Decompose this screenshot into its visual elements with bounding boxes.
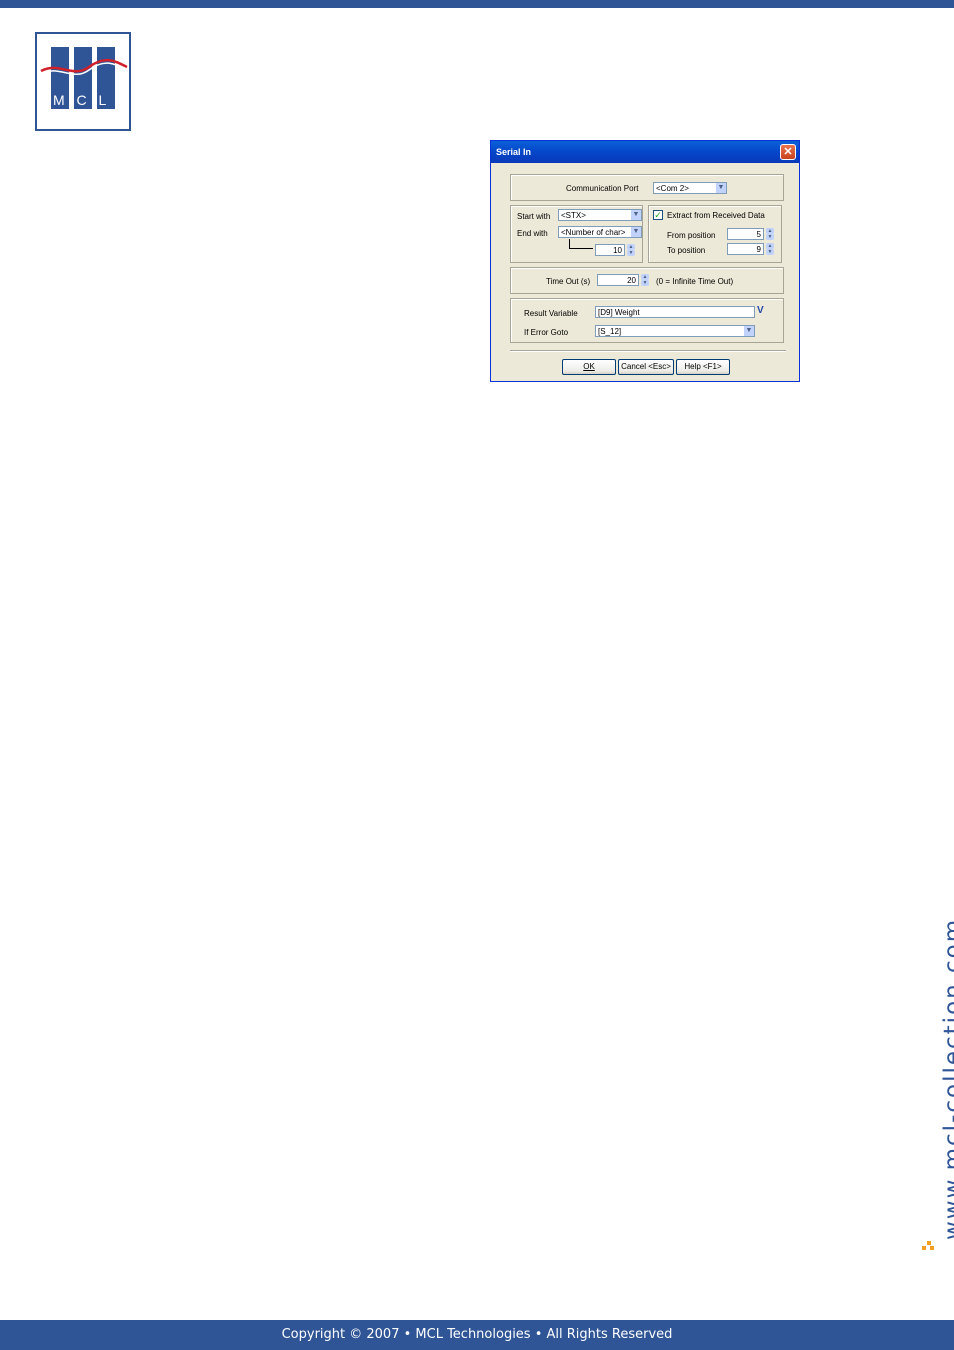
timeout-label: Time Out (s) <box>546 277 591 286</box>
start-end-group: Start with <STX> ▼ End with <Number of c… <box>510 205 643 263</box>
comm-port-select[interactable]: <Com 2> ▼ <box>653 182 727 194</box>
end-with-select[interactable]: <Number of char> ▼ <box>558 226 642 238</box>
chevron-down-icon[interactable]: ▼ <box>630 210 641 220</box>
timeout-hint: (0 = Infinite Time Out) <box>656 277 734 286</box>
chevron-down-icon[interactable]: ▼ <box>715 183 726 193</box>
mcl-logo-icon: M C L TECHNOLOGIES <box>35 32 131 131</box>
timeout-group: Time Out (s) 20 ▲ ▼ (0 = Infinite Time Ou… <box>510 267 784 294</box>
close-icon[interactable]: ✕ <box>780 144 796 160</box>
extract-group: ✓ Extract from Received Data From positi… <box>648 205 782 263</box>
connector-line <box>569 239 593 249</box>
char-count-value: 10 <box>613 246 622 255</box>
top-bar <box>0 0 954 8</box>
end-with-label: End with <box>517 229 548 238</box>
start-with-value: <STX> <box>561 211 586 220</box>
dialog-title: Serial In <box>496 147 532 157</box>
footer-copyright: Copyright © 2007 • MCL Technologies • Al… <box>0 1320 954 1350</box>
dots-icon <box>922 1241 934 1250</box>
start-with-select[interactable]: <STX> ▼ <box>558 209 642 221</box>
cancel-button[interactable]: Cancel <Esc> <box>618 359 674 375</box>
char-count-spinner[interactable]: ▲ ▼ <box>627 244 635 256</box>
char-count-field[interactable]: 10 <box>595 244 625 256</box>
serial-in-dialog: Serial In ✕ Communication Port <Com 2> ▼… <box>490 140 800 382</box>
from-position-spinner[interactable]: ▲ ▼ <box>766 228 774 240</box>
extract-checkbox[interactable]: ✓ <box>653 210 663 220</box>
comm-port-group: Communication Port <Com 2> ▼ <box>510 174 784 201</box>
help-button[interactable]: Help <F1> <box>676 359 730 375</box>
result-variable-value: [D9] Weight <box>598 308 640 317</box>
if-error-goto-select[interactable]: [S_12] ▼ <box>595 325 755 337</box>
end-with-value: <Number of char> <box>561 228 626 237</box>
start-with-label: Start with <box>517 212 551 221</box>
ok-button[interactable]: OK <box>562 359 616 375</box>
chevron-down-icon[interactable]: ▼ <box>630 227 641 237</box>
chevron-down-icon[interactable]: ▼ <box>743 326 754 336</box>
dialog-body: Communication Port <Com 2> ▼ Start with … <box>494 163 796 379</box>
result-group: Result Variable [D9] Weight V If Error G… <box>510 298 784 343</box>
from-position-field[interactable]: 5 <box>727 228 764 240</box>
comm-port-label: Communication Port <box>566 184 639 193</box>
timeout-value: 20 <box>627 276 636 285</box>
to-position-label: To position <box>667 246 706 255</box>
extract-label: Extract from Received Data <box>667 211 765 220</box>
side-url[interactable]: www.mcl-collection.com <box>940 918 954 1240</box>
result-variable-field[interactable]: [D9] Weight <box>595 306 755 318</box>
comm-port-value: <Com 2> <box>656 184 689 193</box>
if-error-goto-label: If Error Goto <box>524 328 569 337</box>
from-position-value: 5 <box>756 230 761 239</box>
result-variable-label: Result Variable <box>524 309 578 318</box>
to-position-value: 9 <box>756 245 761 254</box>
if-error-goto-value: [S_12] <box>598 327 622 336</box>
logo-text-technologies: TECHNOLOGIES <box>51 110 107 117</box>
to-position-spinner[interactable]: ▲ ▼ <box>766 243 774 255</box>
button-separator <box>510 350 786 352</box>
timeout-field[interactable]: 20 <box>597 274 639 286</box>
to-position-field[interactable]: 9 <box>727 243 764 255</box>
dialog-titlebar[interactable]: Serial In ✕ <box>491 141 799 163</box>
from-position-label: From position <box>667 231 716 240</box>
logo-text-mcl: M C L <box>53 92 111 108</box>
variable-picker-link[interactable]: V <box>757 305 764 316</box>
timeout-spinner[interactable]: ▲ ▼ <box>641 274 649 286</box>
